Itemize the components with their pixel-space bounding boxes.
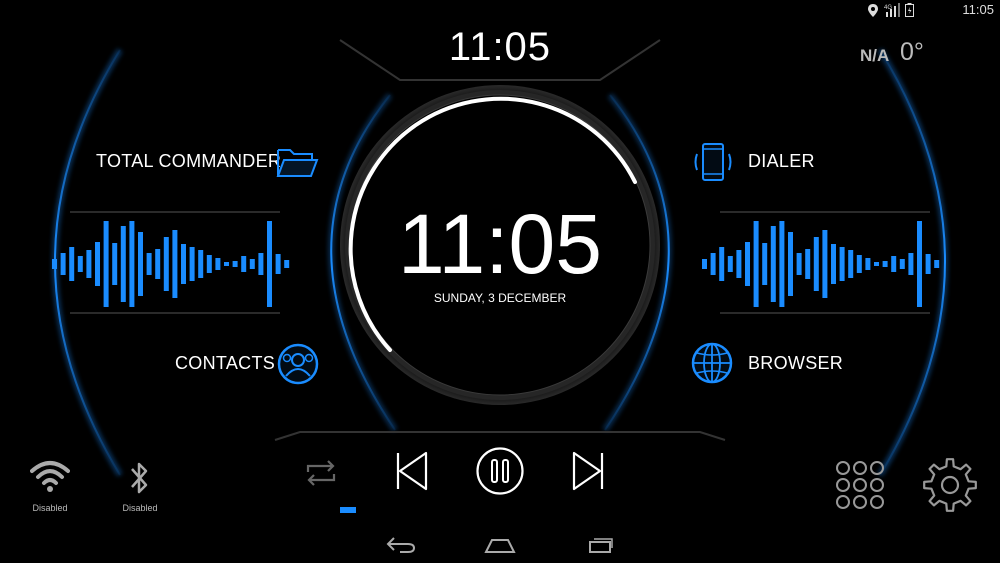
back-icon bbox=[386, 537, 416, 553]
apps-grid-icon bbox=[836, 461, 884, 509]
back-button[interactable] bbox=[380, 530, 420, 560]
total-commander-shortcut[interactable]: TOTAL COMMANDER bbox=[90, 140, 325, 184]
bluetooth-status: Disabled bbox=[122, 503, 158, 513]
pause-button[interactable] bbox=[475, 446, 525, 496]
repeat-icon bbox=[306, 460, 336, 486]
recents-button[interactable] bbox=[580, 530, 620, 560]
network-type: 4G bbox=[884, 5, 892, 11]
location-icon bbox=[868, 4, 878, 17]
contacts-icon bbox=[277, 343, 319, 385]
repeat-button[interactable] bbox=[300, 452, 342, 494]
page-indicator bbox=[340, 507, 356, 513]
status-bar: 4G 11:05 bbox=[850, 0, 1000, 20]
date-label: SUNDAY, 3 DECEMBER bbox=[433, 291, 567, 305]
app-drawer-button[interactable] bbox=[833, 458, 887, 512]
weather-condition: N/A bbox=[860, 46, 890, 65]
browser-shortcut[interactable]: BROWSER bbox=[685, 340, 843, 386]
battery-icon bbox=[905, 3, 914, 17]
top-clock: 11:05 bbox=[448, 25, 552, 69]
dialer-shortcut[interactable]: DIALER bbox=[685, 138, 815, 186]
wifi-icon bbox=[30, 461, 70, 492]
globe-icon bbox=[691, 342, 733, 384]
signal-icon: 4G bbox=[884, 3, 900, 17]
bluetooth-toggle[interactable]: Disabled bbox=[110, 455, 170, 515]
audio-visualizer-right bbox=[700, 212, 960, 312]
browser-label: BROWSER bbox=[748, 353, 844, 373]
contacts-label: CONTACTS bbox=[175, 353, 276, 373]
center-clock[interactable]: 11:05 bbox=[380, 196, 620, 293]
wifi-toggle[interactable]: Disabled bbox=[20, 455, 80, 515]
total-commander-label: TOTAL COMMANDER bbox=[96, 151, 282, 171]
previous-icon bbox=[396, 451, 428, 491]
bluetooth-icon bbox=[131, 462, 148, 494]
recents-icon bbox=[589, 538, 613, 553]
folder-icon bbox=[276, 149, 319, 177]
status-time: 11:05 bbox=[962, 2, 994, 17]
dialer-label: DIALER bbox=[748, 151, 815, 171]
home-button[interactable] bbox=[480, 530, 520, 560]
phone-icon bbox=[694, 143, 732, 181]
pause-icon bbox=[476, 447, 524, 495]
next-button[interactable] bbox=[566, 448, 612, 494]
gear-icon bbox=[923, 458, 977, 512]
next-icon bbox=[572, 451, 604, 491]
audio-visualizer-left bbox=[50, 212, 300, 312]
weather-temperature: 0° bbox=[900, 38, 924, 66]
contacts-shortcut[interactable]: CONTACTS bbox=[168, 340, 325, 386]
home-icon bbox=[484, 539, 516, 553]
wifi-status: Disabled bbox=[32, 503, 68, 513]
settings-button[interactable] bbox=[920, 455, 980, 515]
previous-button[interactable] bbox=[388, 448, 434, 494]
